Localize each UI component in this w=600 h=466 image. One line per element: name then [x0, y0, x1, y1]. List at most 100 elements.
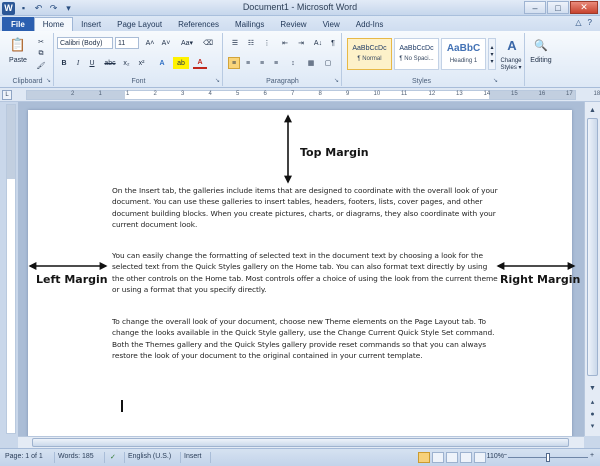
- sort-button[interactable]: A↓: [311, 37, 325, 49]
- align-right-button[interactable]: ≡: [256, 57, 268, 69]
- numbering-button[interactable]: ☷: [244, 37, 258, 49]
- collapse-ribbon-icon[interactable]: △: [575, 18, 581, 27]
- help-icon[interactable]: ?: [588, 18, 592, 27]
- grow-font-button[interactable]: A˄: [143, 37, 157, 49]
- italic-button[interactable]: I: [72, 57, 84, 69]
- tab-selector-button[interactable]: L: [2, 90, 12, 100]
- paragraph-launcher-icon[interactable]: ↘: [334, 77, 339, 84]
- center-button[interactable]: ≡: [242, 57, 254, 69]
- web-layout-view-button[interactable]: [446, 452, 458, 463]
- style-name: ¶ No Spaci...: [399, 56, 434, 62]
- zoom-level[interactable]: 110%: [484, 453, 504, 460]
- horizontal-scroll-thumb[interactable]: [32, 438, 569, 447]
- language-indicator[interactable]: English (U.S.): [128, 453, 171, 460]
- font-name-select[interactable]: Calibri (Body): [57, 37, 113, 49]
- tab-references[interactable]: References: [170, 17, 227, 31]
- styles-group: AaBbCcDc ¶ Normal AaBbCcDc ¶ No Spaci...…: [343, 33, 525, 86]
- style-heading-1[interactable]: AaBbC Heading 1: [441, 38, 486, 70]
- line-spacing-button[interactable]: ↕: [286, 57, 300, 69]
- style-name: Heading 1: [449, 58, 478, 64]
- ruler-number: 2: [153, 91, 157, 97]
- style-name: ¶ Normal: [357, 56, 382, 62]
- change-case-button[interactable]: Aa▾: [177, 37, 197, 49]
- ruler-number: 11: [401, 91, 408, 97]
- bold-button[interactable]: B: [58, 57, 70, 69]
- change-styles-button[interactable]: Change Styles ▾: [497, 55, 525, 75]
- proofing-icon[interactable]: ✓: [110, 453, 116, 461]
- font-color-button[interactable]: A: [193, 57, 207, 69]
- page-count[interactable]: Page: 1 of 1: [5, 453, 43, 460]
- subscript-button[interactable]: x₂: [120, 57, 133, 69]
- format-painter-icon[interactable]: 🖌: [36, 61, 46, 71]
- style-no-spacing[interactable]: AaBbCcDc ¶ No Spaci...: [394, 38, 439, 70]
- select-browse-object-button[interactable]: ●: [586, 408, 599, 420]
- underline-button[interactable]: U: [86, 57, 98, 69]
- vertical-ruler[interactable]: [6, 104, 16, 434]
- tab-page-layout[interactable]: Page Layout: [109, 17, 170, 31]
- font-label: Font: [131, 78, 146, 85]
- vertical-scrollbar[interactable]: ▲ ▼ ▴ ● ▾: [584, 102, 600, 436]
- tab-mailings[interactable]: Mailings: [227, 17, 272, 31]
- scroll-down-button[interactable]: ▼: [586, 382, 599, 394]
- change-styles-icon[interactable]: A: [501, 36, 523, 54]
- tab-insert[interactable]: Insert: [73, 17, 109, 31]
- superscript-button[interactable]: x²: [135, 57, 148, 69]
- binoculars-icon[interactable]: 🔍: [532, 36, 550, 54]
- ruler-number: 12: [428, 91, 436, 97]
- insert-mode-indicator[interactable]: Insert: [184, 453, 202, 460]
- horizontal-scrollbar[interactable]: [18, 436, 584, 448]
- print-layout-view-button[interactable]: [418, 452, 430, 463]
- scroll-thumb[interactable]: [587, 118, 598, 376]
- ruler-left-margin[interactable]: [27, 91, 125, 99]
- left-margin-label: Left Margin: [36, 273, 108, 286]
- strikethrough-button[interactable]: abc: [102, 57, 118, 69]
- shrink-font-button[interactable]: A˅: [159, 37, 173, 49]
- horizontal-ruler[interactable]: 2 1 1 2 3 4 5 6 7 8 9 10 11 12 13 14 15 16 17 18: [26, 90, 600, 100]
- clear-formatting-icon[interactable]: ⌫: [201, 37, 215, 49]
- status-divider: [124, 452, 125, 463]
- bullets-button[interactable]: ☰: [228, 37, 242, 49]
- tab-home[interactable]: Home: [33, 17, 74, 31]
- close-button[interactable]: ✕: [570, 1, 598, 14]
- previous-page-button[interactable]: ▴: [586, 396, 599, 408]
- paste-button[interactable]: Paste: [6, 57, 30, 64]
- styles-launcher-icon[interactable]: ↘: [493, 77, 498, 84]
- next-page-button[interactable]: ▾: [586, 420, 599, 432]
- increase-indent-button[interactable]: ⇥: [294, 37, 308, 49]
- ruler-number: 9: [346, 91, 350, 97]
- ruler-right-margin[interactable]: [489, 91, 575, 99]
- font-size-select[interactable]: 11: [115, 37, 139, 49]
- style-normal[interactable]: AaBbCcDc ¶ Normal: [347, 38, 392, 70]
- styles-gallery-scroll[interactable]: ▴ ▾ ▾: [488, 38, 496, 70]
- multilevel-list-button[interactable]: ⋮: [260, 37, 274, 49]
- paste-icon[interactable]: 📋: [8, 35, 28, 55]
- align-left-button[interactable]: ≡: [228, 57, 240, 69]
- scroll-up-button[interactable]: ▲: [586, 104, 599, 116]
- editing-button[interactable]: Editing: [526, 55, 556, 65]
- outline-view-button[interactable]: [460, 452, 472, 463]
- ruler-bar: L 2 1 1 2 3 4 5 6 7 8 9 10 11 12 13 14 15 16 17 18: [0, 88, 600, 102]
- copy-icon[interactable]: ⧉: [36, 49, 46, 59]
- zoom-slider-thumb[interactable]: [546, 453, 550, 462]
- highlight-button[interactable]: ab: [173, 57, 189, 69]
- show-formatting-button[interactable]: ¶: [327, 37, 339, 49]
- clipboard-launcher-icon[interactable]: ↘: [46, 77, 51, 84]
- cut-icon[interactable]: ✂: [36, 37, 46, 47]
- borders-button[interactable]: ▢: [321, 57, 335, 69]
- minimize-button[interactable]: –: [524, 1, 546, 14]
- tab-file[interactable]: File: [2, 17, 34, 31]
- tab-view[interactable]: View: [315, 17, 348, 31]
- justify-button[interactable]: ≡: [270, 57, 282, 69]
- zoom-in-button[interactable]: +: [590, 452, 594, 459]
- tab-add-ins[interactable]: Add-Ins: [348, 17, 392, 31]
- text-effects-button[interactable]: A: [155, 57, 169, 69]
- full-screen-reading-view-button[interactable]: [432, 452, 444, 463]
- word-count[interactable]: Words: 185: [58, 453, 94, 460]
- zoom-out-button[interactable]: −: [503, 452, 507, 459]
- maximize-button[interactable]: □: [547, 1, 569, 14]
- vertical-ruler-top-margin[interactable]: [7, 105, 15, 179]
- font-launcher-icon[interactable]: ↘: [215, 77, 220, 84]
- shading-button[interactable]: ▦: [304, 57, 318, 69]
- tab-review[interactable]: Review: [272, 17, 314, 31]
- decrease-indent-button[interactable]: ⇤: [278, 37, 292, 49]
